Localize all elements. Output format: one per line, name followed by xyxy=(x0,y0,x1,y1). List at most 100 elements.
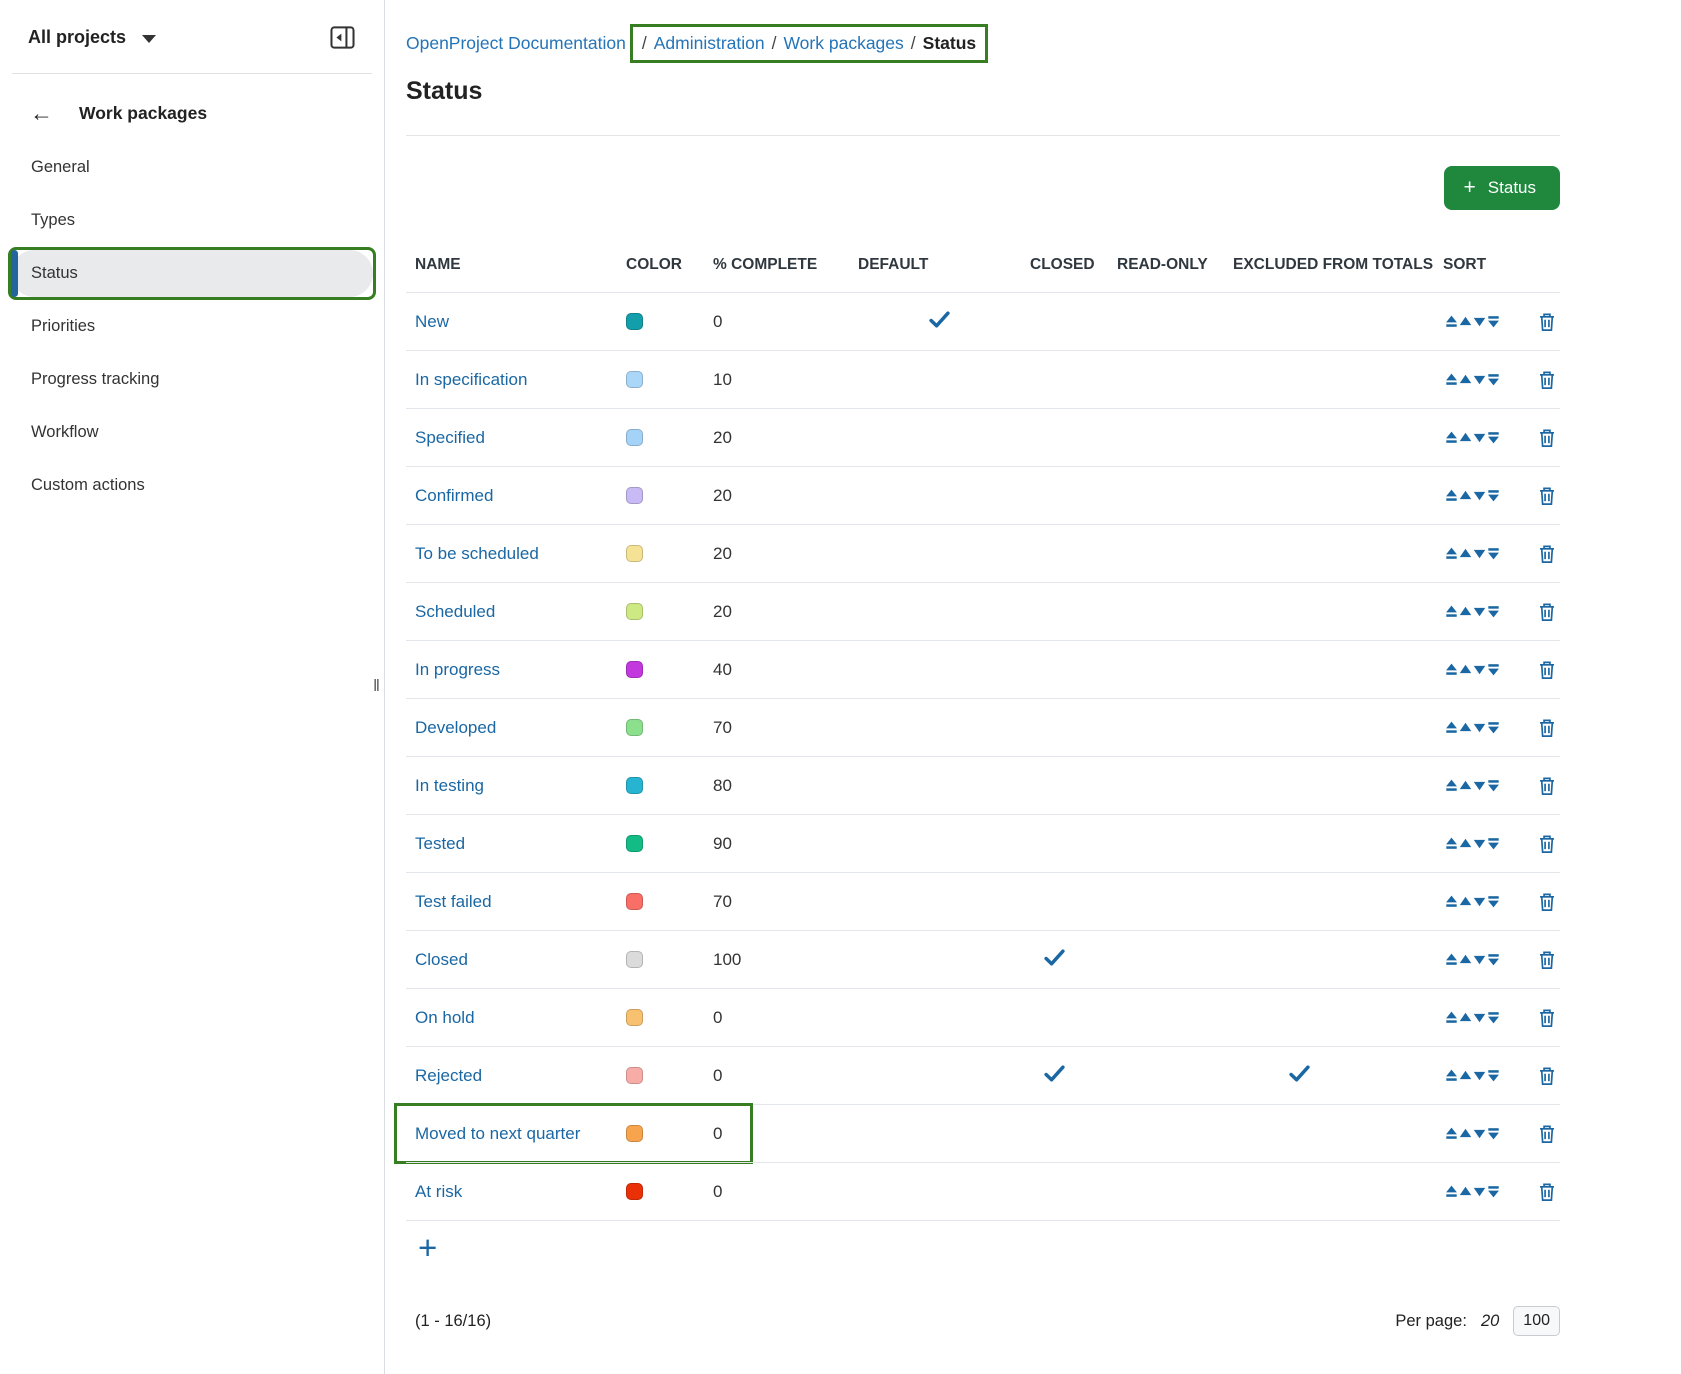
collapse-sidebar-button[interactable] xyxy=(329,24,356,51)
sort-up-icon[interactable] xyxy=(1459,431,1472,444)
status-name-link[interactable]: At risk xyxy=(415,1182,462,1201)
sort-to-top-icon[interactable] xyxy=(1445,779,1458,792)
sort-to-bottom-icon[interactable] xyxy=(1487,547,1500,560)
sort-up-icon[interactable] xyxy=(1459,373,1472,386)
sort-to-bottom-icon[interactable] xyxy=(1487,721,1500,734)
sort-to-top-icon[interactable] xyxy=(1445,1185,1458,1198)
sort-up-icon[interactable] xyxy=(1459,663,1472,676)
status-name-link[interactable]: Specified xyxy=(415,428,485,447)
status-name-link[interactable]: New xyxy=(415,312,449,331)
sort-up-icon[interactable] xyxy=(1459,315,1472,328)
sort-to-bottom-icon[interactable] xyxy=(1487,953,1500,966)
breadcrumb-link-root[interactable]: OpenProject Documentation xyxy=(406,33,626,54)
status-name-link[interactable]: Test failed xyxy=(415,892,492,911)
delete-icon[interactable] xyxy=(1539,893,1555,911)
sort-up-icon[interactable] xyxy=(1459,837,1472,850)
status-name-link[interactable]: Rejected xyxy=(415,1066,482,1085)
breadcrumb-link-work-packages[interactable]: Work packages xyxy=(783,33,903,54)
project-selector[interactable]: All projects xyxy=(28,27,156,48)
sort-to-bottom-icon[interactable] xyxy=(1487,605,1500,618)
sort-down-icon[interactable] xyxy=(1473,953,1486,966)
sort-to-bottom-icon[interactable] xyxy=(1487,315,1500,328)
sort-to-bottom-icon[interactable] xyxy=(1487,837,1500,850)
sort-down-icon[interactable] xyxy=(1473,315,1486,328)
sort-up-icon[interactable] xyxy=(1459,721,1472,734)
sort-up-icon[interactable] xyxy=(1459,1069,1472,1082)
sort-to-bottom-icon[interactable] xyxy=(1487,373,1500,386)
sort-up-icon[interactable] xyxy=(1459,779,1472,792)
delete-icon[interactable] xyxy=(1539,371,1555,389)
sort-to-top-icon[interactable] xyxy=(1445,663,1458,676)
sort-up-icon[interactable] xyxy=(1459,1011,1472,1024)
delete-icon[interactable] xyxy=(1539,777,1555,795)
status-name-link[interactable]: Confirmed xyxy=(415,486,493,505)
delete-icon[interactable] xyxy=(1539,545,1555,563)
sort-down-icon[interactable] xyxy=(1473,895,1486,908)
sidebar-resize-handle[interactable]: ‖ xyxy=(373,676,380,696)
status-name-link[interactable]: Developed xyxy=(415,718,496,737)
sidebar-item-priorities[interactable]: Priorities xyxy=(8,300,376,353)
sort-up-icon[interactable] xyxy=(1459,895,1472,908)
sort-to-bottom-icon[interactable] xyxy=(1487,431,1500,444)
sort-up-icon[interactable] xyxy=(1459,547,1472,560)
status-name-link[interactable]: In testing xyxy=(415,776,484,795)
sort-to-top-icon[interactable] xyxy=(1445,547,1458,560)
status-name-link[interactable]: On hold xyxy=(415,1008,475,1027)
sort-to-top-icon[interactable] xyxy=(1445,605,1458,618)
sort-to-top-icon[interactable] xyxy=(1445,431,1458,444)
sort-down-icon[interactable] xyxy=(1473,489,1486,502)
sort-to-bottom-icon[interactable] xyxy=(1487,779,1500,792)
back-arrow-icon[interactable]: ← xyxy=(30,102,53,125)
sort-down-icon[interactable] xyxy=(1473,1011,1486,1024)
add-status-button[interactable]: + Status xyxy=(1444,166,1560,210)
status-name-link[interactable]: Tested xyxy=(415,834,465,853)
sort-down-icon[interactable] xyxy=(1473,1185,1486,1198)
delete-icon[interactable] xyxy=(1539,1009,1555,1027)
delete-icon[interactable] xyxy=(1539,487,1555,505)
sort-down-icon[interactable] xyxy=(1473,547,1486,560)
sort-to-top-icon[interactable] xyxy=(1445,489,1458,502)
sort-up-icon[interactable] xyxy=(1459,953,1472,966)
breadcrumb-link-administration[interactable]: Administration xyxy=(654,33,765,54)
sort-to-top-icon[interactable] xyxy=(1445,837,1458,850)
sort-to-bottom-icon[interactable] xyxy=(1487,1069,1500,1082)
sort-down-icon[interactable] xyxy=(1473,837,1486,850)
sidebar-item-status[interactable]: Status xyxy=(8,247,376,300)
sort-down-icon[interactable] xyxy=(1473,605,1486,618)
sort-up-icon[interactable] xyxy=(1459,489,1472,502)
sort-to-bottom-icon[interactable] xyxy=(1487,1011,1500,1024)
sort-to-top-icon[interactable] xyxy=(1445,1011,1458,1024)
sidebar-item-progress-tracking[interactable]: Progress tracking xyxy=(8,353,376,406)
sort-to-bottom-icon[interactable] xyxy=(1487,1185,1500,1198)
sort-to-top-icon[interactable] xyxy=(1445,1127,1458,1140)
sort-down-icon[interactable] xyxy=(1473,1127,1486,1140)
sidebar-item-custom-actions[interactable]: Custom actions xyxy=(8,459,376,512)
sort-down-icon[interactable] xyxy=(1473,373,1486,386)
status-name-link[interactable]: To be scheduled xyxy=(415,544,539,563)
sort-down-icon[interactable] xyxy=(1473,779,1486,792)
sort-up-icon[interactable] xyxy=(1459,1185,1472,1198)
sort-to-top-icon[interactable] xyxy=(1445,373,1458,386)
sort-to-top-icon[interactable] xyxy=(1445,721,1458,734)
sort-down-icon[interactable] xyxy=(1473,663,1486,676)
sidebar-item-workflow[interactable]: Workflow xyxy=(8,406,376,459)
sort-to-bottom-icon[interactable] xyxy=(1487,895,1500,908)
delete-icon[interactable] xyxy=(1539,603,1555,621)
add-status-inline-button[interactable]: + xyxy=(418,1231,437,1264)
delete-icon[interactable] xyxy=(1539,429,1555,447)
sort-up-icon[interactable] xyxy=(1459,605,1472,618)
delete-icon[interactable] xyxy=(1539,719,1555,737)
delete-icon[interactable] xyxy=(1539,1183,1555,1201)
sort-down-icon[interactable] xyxy=(1473,721,1486,734)
per-page-option-100[interactable]: 100 xyxy=(1513,1306,1560,1336)
status-name-link[interactable]: Closed xyxy=(415,950,468,969)
sort-to-top-icon[interactable] xyxy=(1445,953,1458,966)
delete-icon[interactable] xyxy=(1539,1125,1555,1143)
delete-icon[interactable] xyxy=(1539,661,1555,679)
delete-icon[interactable] xyxy=(1539,313,1555,331)
status-name-link[interactable]: Moved to next quarter xyxy=(415,1124,580,1143)
sort-to-top-icon[interactable] xyxy=(1445,315,1458,328)
delete-icon[interactable] xyxy=(1539,951,1555,969)
status-name-link[interactable]: In specification xyxy=(415,370,527,389)
delete-icon[interactable] xyxy=(1539,1067,1555,1085)
